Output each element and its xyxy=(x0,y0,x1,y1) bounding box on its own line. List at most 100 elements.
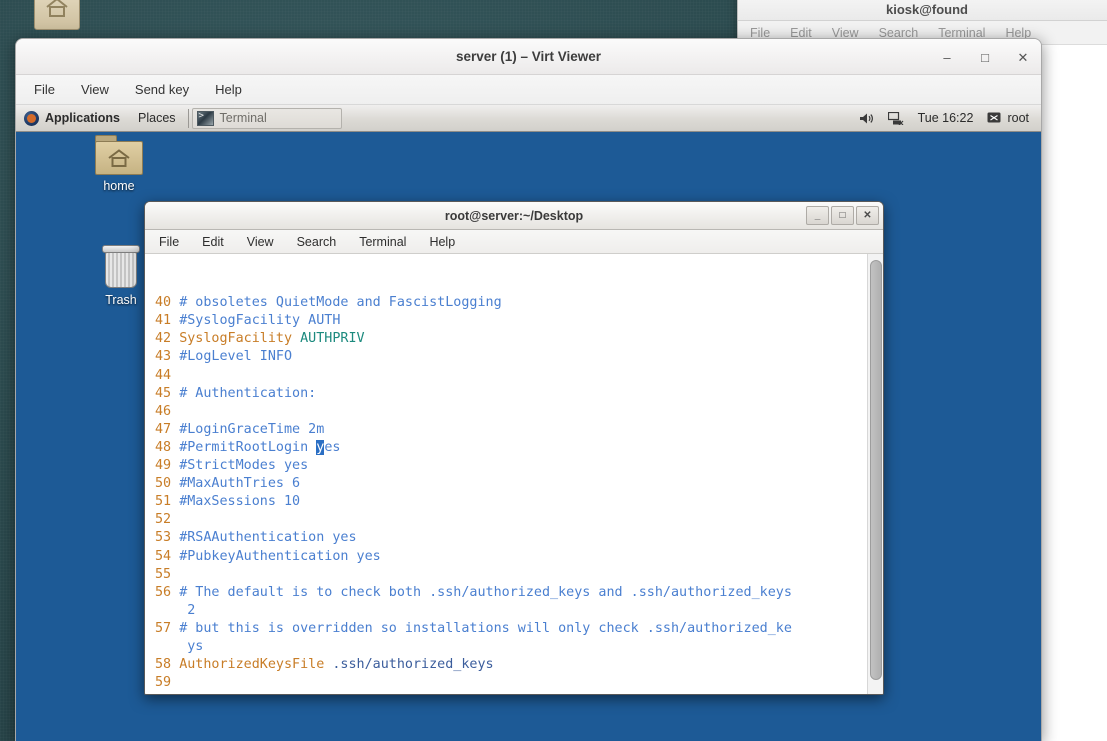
vim-line-number: 47 xyxy=(155,421,180,437)
panel-separator xyxy=(187,108,189,128)
guest-terminal-titlebar[interactable]: root@server:~/Desktop _ □ ✕ xyxy=(145,202,883,230)
vim-line-number: 53 xyxy=(155,530,180,546)
virt-viewer-title: server (1) – Virt Viewer xyxy=(455,49,602,64)
vim-text: #RSAAuthentication yes xyxy=(179,530,357,546)
vim-line: 59 xyxy=(155,674,867,692)
vim-line-number: 43 xyxy=(155,349,180,365)
gterm-menu-edit[interactable]: Edit xyxy=(202,235,224,249)
guest-terminal-menubar[interactable]: File Edit View Search Terminal Help xyxy=(145,230,883,254)
vim-line-number: 59 xyxy=(155,675,180,691)
guest-desktop-viewport[interactable]: Applications Places Terminal xyxy=(16,105,1041,741)
vim-line: 53 #RSAAuthentication yes xyxy=(155,529,867,547)
gterm-menu-search[interactable]: Search xyxy=(297,235,337,249)
scrollbar-thumb[interactable] xyxy=(870,260,882,680)
maximize-icon[interactable]: □ xyxy=(977,49,993,65)
virt-viewer-titlebar[interactable]: server (1) – Virt Viewer – □ ✕ xyxy=(16,39,1041,75)
vim-line: 57 # but this is overridden so installat… xyxy=(155,620,867,638)
user-menu[interactable]: root xyxy=(987,111,1029,125)
guest-close-icon[interactable]: ✕ xyxy=(856,206,879,225)
screen: kiosk@found File Edit View Search Termin… xyxy=(0,0,1107,741)
vim-line-number: 60 xyxy=(155,693,179,694)
vim-text: SyslogFacility xyxy=(179,331,301,347)
vim-line: 58 AuthorizedKeysFile .ssh/authorized_ke… xyxy=(155,656,867,674)
vv-menu-send-key[interactable]: Send key xyxy=(135,82,189,97)
vim-line: 43 #LogLevel INFO xyxy=(155,348,867,366)
fedora-logo-icon xyxy=(24,110,39,126)
vim-text: #MaxSessions 10 xyxy=(179,494,301,510)
vim-line-number: 56 xyxy=(155,584,180,600)
guest-minimize-icon[interactable]: _ xyxy=(806,206,829,225)
taskbar-button-label: Terminal xyxy=(219,111,267,125)
vim-cursor-position: 48,18 xyxy=(698,692,738,694)
network-disconnected-icon[interactable] xyxy=(887,111,904,125)
close-icon[interactable]: ✕ xyxy=(1015,49,1031,65)
vim-text: #PubkeyAuthentication yes xyxy=(179,548,381,564)
vim-scroll-percent: 28% xyxy=(823,692,847,694)
minimize-icon[interactable]: – xyxy=(939,49,955,65)
vim-line: 45 # Authentication: xyxy=(155,385,867,403)
vim-line: 44 xyxy=(155,367,867,385)
virt-viewer-window-controls[interactable]: – □ ✕ xyxy=(939,39,1031,75)
gnome-top-panel[interactable]: Applications Places Terminal xyxy=(16,105,1041,132)
vim-line-number: 42 xyxy=(155,331,180,347)
vim-line: 51 #MaxSessions 10 xyxy=(155,493,867,511)
guest-terminal-window[interactable]: root@server:~/Desktop _ □ ✕ File Edit Vi… xyxy=(144,201,884,695)
trash-icon xyxy=(100,245,142,289)
vim-line: 40 # obsoletes QuietMode and FascistLogg… xyxy=(155,294,867,312)
vv-menu-view[interactable]: View xyxy=(81,82,109,97)
guest-terminal-window-controls[interactable]: _ □ ✕ xyxy=(806,206,879,225)
vim-line-number: 41 xyxy=(155,313,180,329)
host-home-folder-icon[interactable] xyxy=(34,0,80,30)
vv-menu-file[interactable]: File xyxy=(34,82,55,97)
vv-menu-help[interactable]: Help xyxy=(215,82,242,97)
panel-right-section: Tue 16:22 root xyxy=(859,111,1041,125)
chat-bubble-icon xyxy=(987,112,1001,122)
volume-icon[interactable] xyxy=(859,112,874,125)
vim-text: #LoginGraceTime 2m xyxy=(179,421,325,437)
virt-viewer-window[interactable]: server (1) – Virt Viewer – □ ✕ File View… xyxy=(15,38,1042,741)
desktop-icon-trash-label: Trash xyxy=(105,293,137,307)
vim-line: 54 #PubkeyAuthentication yes xyxy=(155,548,867,566)
guest-terminal-body[interactable]: 40 # obsoletes QuietMode and FascistLogg… xyxy=(145,254,883,694)
virt-viewer-menubar[interactable]: File View Send key Help xyxy=(16,75,1041,105)
vim-line: 41 #SyslogFacility AUTH xyxy=(155,312,867,330)
gterm-menu-help[interactable]: Help xyxy=(429,235,455,249)
vim-text: #AuthorizedPrincipalsFile none xyxy=(179,693,421,694)
vim-line-number: 48 xyxy=(155,439,180,455)
clock[interactable]: Tue 16:22 xyxy=(918,111,974,125)
places-menu[interactable]: Places xyxy=(129,105,185,132)
vim-line: 42 SyslogFacility AUTHPRIV xyxy=(155,330,867,348)
vim-text: #LogLevel INFO xyxy=(179,349,293,365)
vim-line: 60 #AuthorizedPrincipalsFile none xyxy=(155,692,867,694)
vim-line: ys xyxy=(155,638,867,656)
vim-line-number: 51 xyxy=(155,494,180,510)
vim-text: AuthorizedKeysFile xyxy=(179,657,333,673)
vim-line: 56 # The default is to check both .ssh/a… xyxy=(155,584,867,602)
host-terminal-title: kiosk@found xyxy=(738,0,1107,21)
vim-line-number: 52 xyxy=(155,512,180,528)
vim-text: ys xyxy=(187,638,204,654)
terminal-scrollbar[interactable] xyxy=(867,254,883,694)
vim-text: #PermitRootLogin xyxy=(179,439,317,455)
gterm-menu-view[interactable]: View xyxy=(247,235,274,249)
home-folder-icon xyxy=(95,135,143,175)
taskbar-button-terminal[interactable]: Terminal xyxy=(191,107,342,129)
vim-line-number xyxy=(155,603,187,618)
vim-line-number: 46 xyxy=(155,403,180,419)
gterm-menu-file[interactable]: File xyxy=(159,235,179,249)
vim-text: # obsoletes QuietMode and FascistLogging xyxy=(179,295,502,311)
vim-line-number: 58 xyxy=(155,657,180,673)
applications-menu[interactable]: Applications xyxy=(16,105,129,132)
terminal-icon xyxy=(196,110,214,126)
vim-line-number: 45 xyxy=(155,385,180,401)
vim-line-number: 40 xyxy=(155,295,180,311)
vim-text: .ssh/authorized_keys xyxy=(332,657,494,673)
guest-maximize-icon[interactable]: □ xyxy=(831,206,854,225)
applications-label: Applications xyxy=(45,111,121,125)
gterm-menu-terminal[interactable]: Terminal xyxy=(359,235,406,249)
desktop-icon-home[interactable]: home xyxy=(76,135,162,193)
vim-text: # The default is to check both .ssh/auth… xyxy=(179,584,792,600)
vim-editor-buffer[interactable]: 40 # obsoletes QuietMode and FascistLogg… xyxy=(145,254,867,694)
vim-text: #MaxAuthTries 6 xyxy=(179,476,301,492)
vim-text: # Authentication: xyxy=(179,385,317,401)
